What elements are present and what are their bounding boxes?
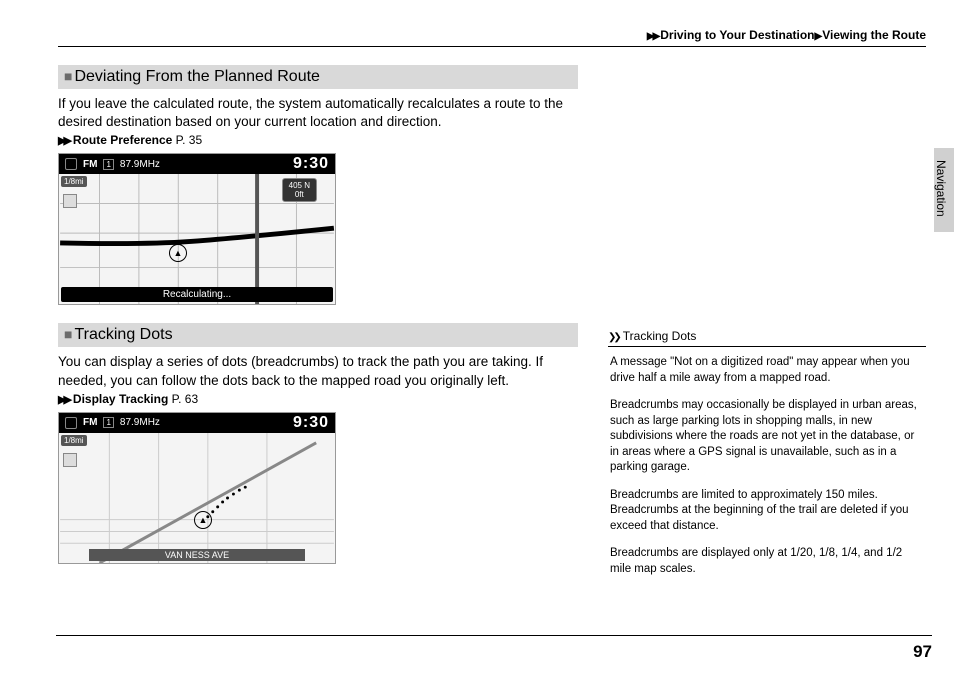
sidebar-paragraph: Breadcrumbs are limited to approximately… — [608, 488, 926, 535]
square-bullet-icon: ■ — [64, 326, 72, 342]
square-bullet-icon: ■ — [64, 68, 72, 84]
breadcrumb-level2: Viewing the Route — [822, 28, 926, 42]
cross-reference: ▶▶ Route Preference P. 35 — [58, 133, 578, 147]
fm-label: FM — [83, 417, 97, 428]
map-scale: 1/8mi — [61, 176, 87, 187]
sidebar-heading: ❯❯ Tracking Dots — [608, 329, 926, 347]
sidebar-paragraph: Breadcrumbs may occasionally be displaye… — [608, 398, 926, 476]
xref-label: Display Tracking — [73, 392, 168, 406]
clock: 9:30 — [293, 155, 329, 173]
body-text: You can display a series of dots (breadc… — [58, 353, 578, 389]
home-icon — [65, 417, 77, 429]
compass-icon — [63, 453, 77, 467]
map-roads — [59, 433, 335, 563]
breadcrumb: ▶▶Driving to Your Destination▶Viewing th… — [58, 28, 926, 47]
sidebar-heading-text: Tracking Dots — [623, 329, 697, 343]
street-name-bar: VAN NESS AVE — [89, 549, 305, 561]
compass-icon — [63, 194, 77, 208]
heading-text: Deviating From the Planned Route — [74, 68, 319, 85]
map-scale: 1/8mi — [61, 435, 87, 446]
clock: 9:30 — [293, 414, 329, 432]
fm-label: FM — [83, 159, 97, 170]
page-number: 97 — [913, 642, 932, 662]
breadcrumb-arrow-icon: ▶▶ — [647, 31, 658, 42]
section-heading-deviating: ■Deviating From the Planned Route — [58, 65, 578, 89]
xref-label: Route Preference — [73, 133, 172, 147]
map-screenshot-tracking: FM 1 87.9MHz 9:30 — [58, 412, 336, 564]
section-heading-tracking: ■Tracking Dots — [58, 323, 578, 347]
xref-page: P. 35 — [176, 133, 202, 147]
sidebar-column: ❯❯ Tracking Dots A message "Not on a digi… — [608, 65, 926, 589]
sidebar-paragraph: A message "Not on a digitized road" may … — [608, 355, 926, 386]
preset-icon: 1 — [103, 417, 113, 428]
breadcrumb-arrow-icon: ▶ — [815, 31, 821, 42]
sign-distance: 0ft — [289, 190, 310, 199]
breadcrumb-level1: Driving to Your Destination — [660, 28, 814, 42]
recalculating-banner: Recalculating... — [61, 287, 333, 302]
vehicle-icon — [194, 511, 212, 529]
home-icon — [65, 158, 77, 170]
link-icon: ▶▶ — [58, 135, 69, 147]
xref-page: P. 63 — [172, 392, 198, 406]
chevron-icon: ❯❯ — [608, 332, 619, 343]
preset-icon: 1 — [103, 159, 113, 170]
main-column: ■Deviating From the Planned Route If you… — [58, 65, 578, 589]
highway-sign: 405 N 0ft — [282, 178, 317, 202]
link-icon: ▶▶ — [58, 394, 69, 406]
heading-text: Tracking Dots — [74, 326, 172, 343]
fm-freq: 87.9MHz — [120, 159, 160, 170]
footer-rule — [56, 635, 932, 636]
body-text: If you leave the calculated route, the s… — [58, 95, 578, 131]
sign-route: 405 N — [289, 181, 310, 190]
map-screenshot-recalculating: FM 1 87.9MHz 9:30 — [58, 153, 336, 305]
cross-reference: ▶▶ Display Tracking P. 63 — [58, 392, 578, 406]
sidebar-paragraph: Breadcrumbs are displayed only at 1/20, … — [608, 546, 926, 577]
fm-freq: 87.9MHz — [120, 417, 160, 428]
side-tab-label: Navigation — [934, 160, 948, 217]
